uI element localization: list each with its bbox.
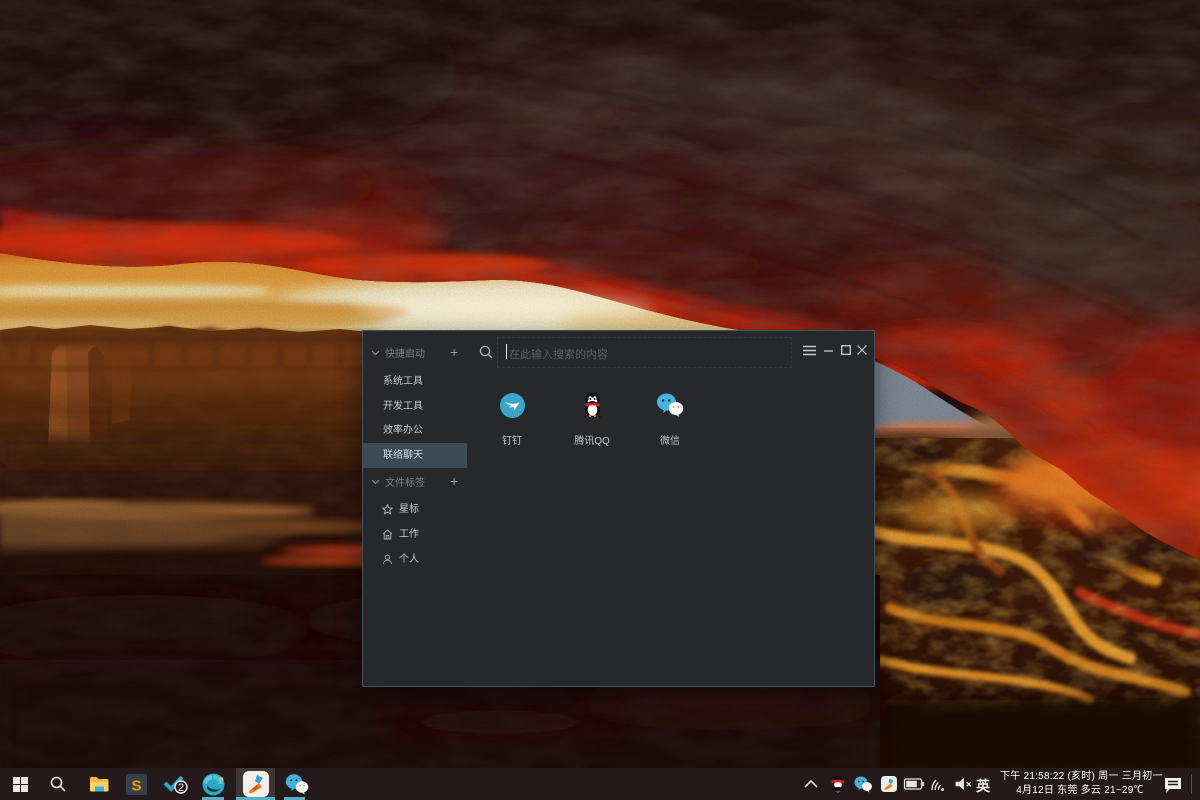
svg-text:S: S: [131, 777, 141, 794]
svg-text:2: 2: [178, 782, 184, 794]
